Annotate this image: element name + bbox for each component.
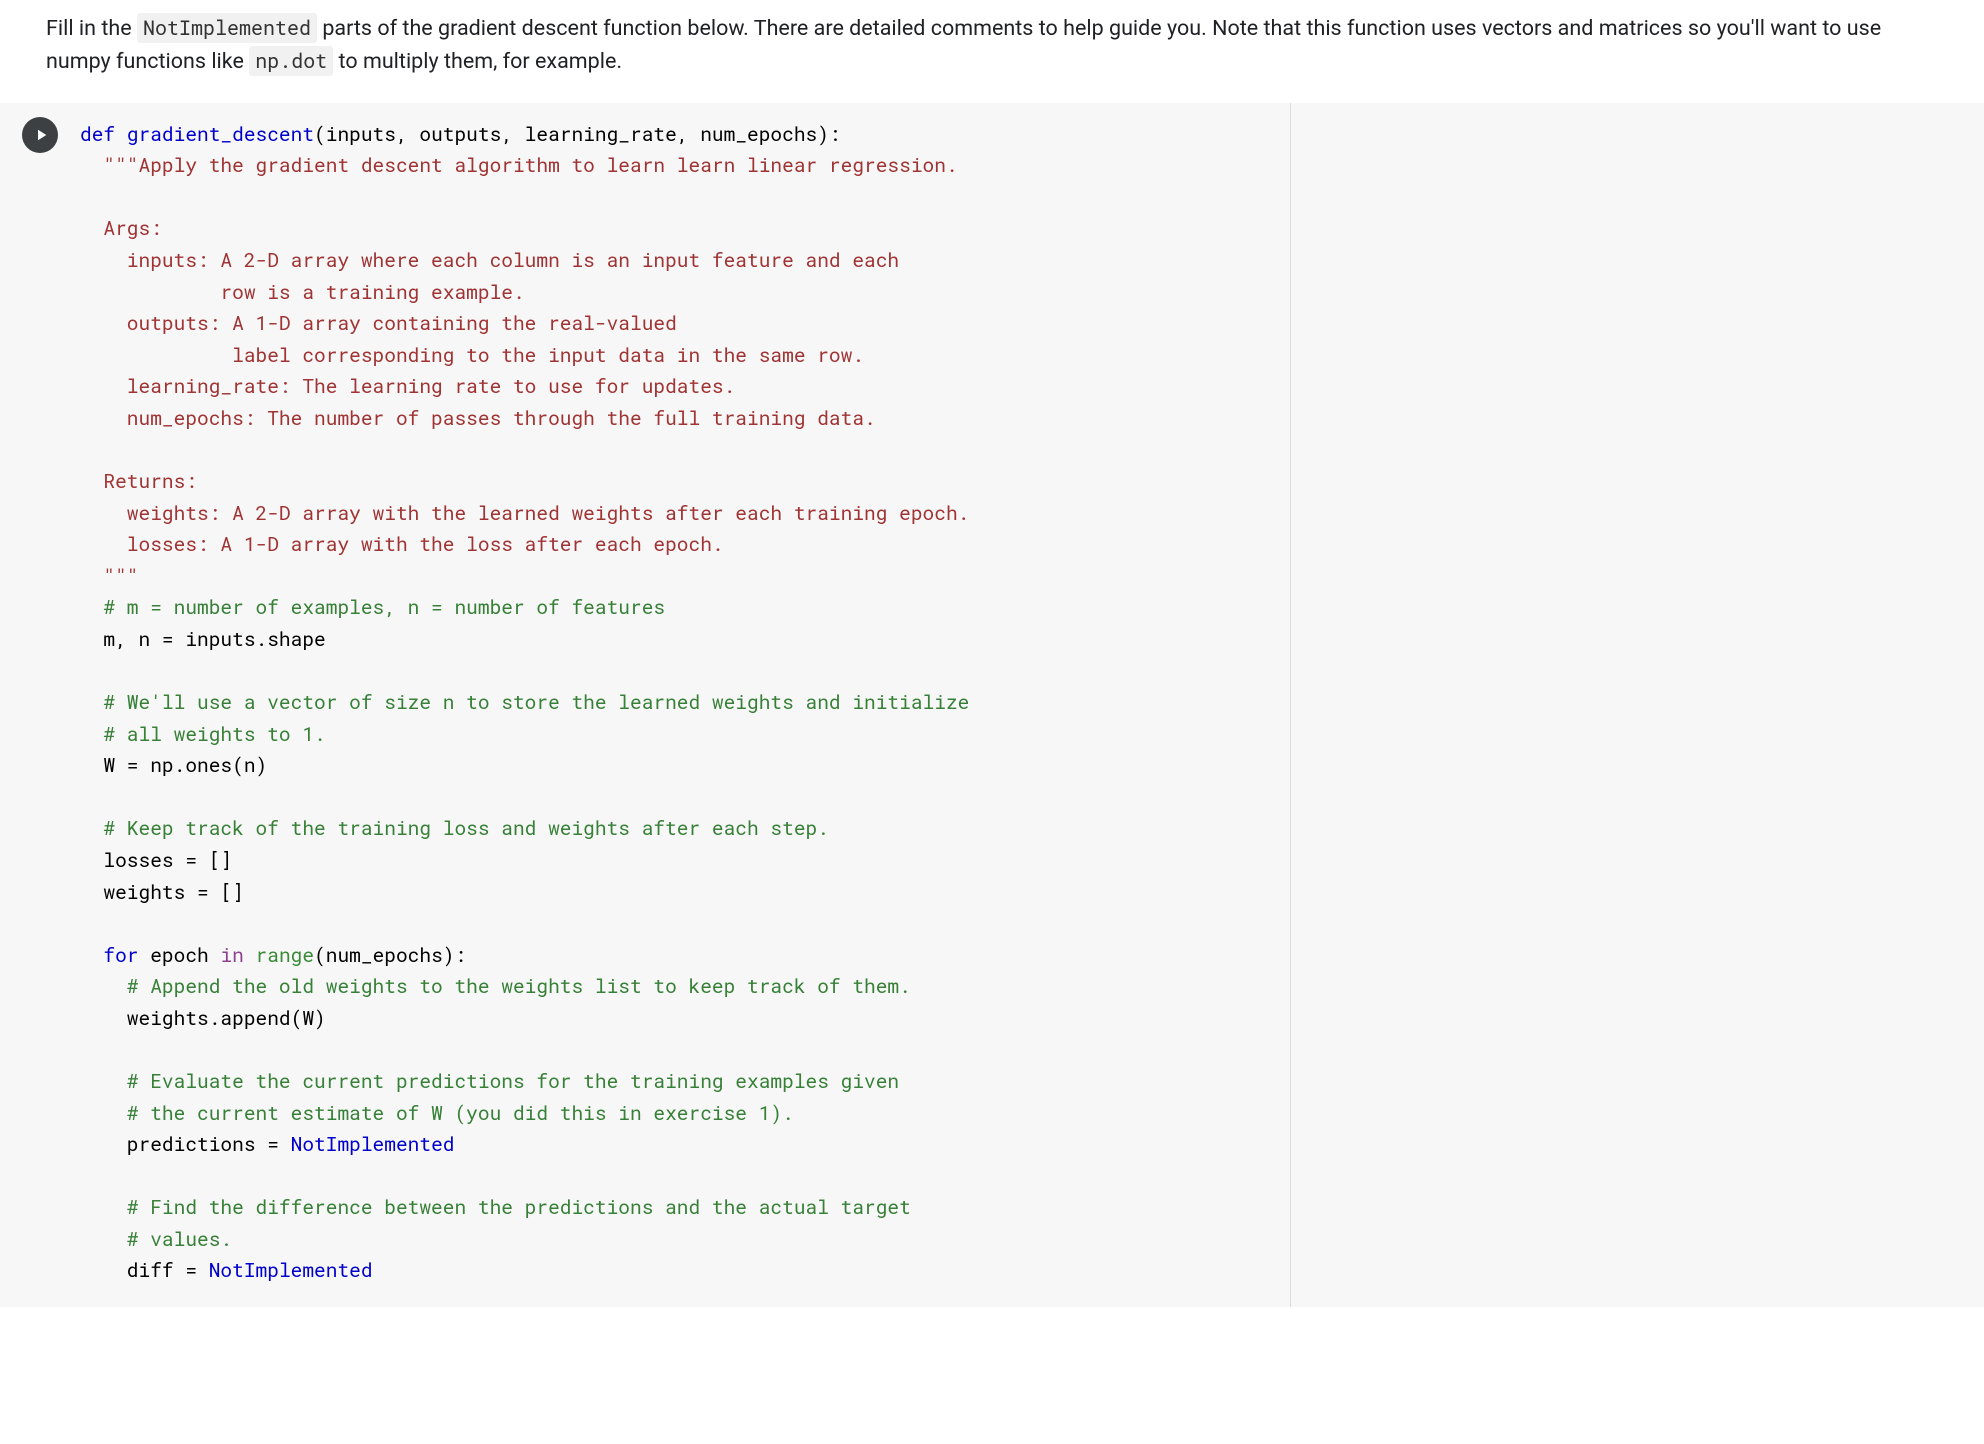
play-icon <box>32 126 50 144</box>
code-keyword-in: in <box>220 943 243 968</box>
instruction-part3: to multiply them, for example. <box>333 49 622 74</box>
code-comment: # all weights to 1. <box>80 722 326 747</box>
code-notimplemented: NotImplemented <box>209 1258 373 1283</box>
code-comment: # the current estimate of W (you did thi… <box>80 1101 794 1126</box>
code-keyword-for: for <box>80 943 139 968</box>
code-docstring-line: learning_rate: The learning rate to use … <box>80 374 735 399</box>
code-comment: # m = number of examples, n = number of … <box>80 595 665 620</box>
code-params: (inputs, outputs, learning_rate, num_epo… <box>314 122 841 147</box>
code-line: weights.append(W) <box>80 1006 326 1031</box>
inline-code-notimplemented: NotImplemented <box>137 13 317 43</box>
code-comment: # values. <box>80 1227 232 1252</box>
instruction-text: Fill in the NotImplemented parts of the … <box>0 0 1984 103</box>
code-docstring-line: Returns: <box>80 469 197 494</box>
code-line: W = np.ones(n) <box>80 753 267 778</box>
code-docstring-line: outputs: A 1-D array containing the real… <box>80 311 677 336</box>
code-comment: # Keep track of the training loss and we… <box>80 816 829 841</box>
code-comment: # We'll use a vector of size n to store … <box>80 690 969 715</box>
code-line: m, n = inputs.shape <box>80 627 326 652</box>
code-loop-var: epoch <box>139 943 221 968</box>
code-docstring-line: weights: A 2-D array with the learned we… <box>80 501 969 526</box>
code-editor[interactable]: def gradient_descent(inputs, outputs, le… <box>80 103 1984 1307</box>
code-line: weights = [] <box>80 880 244 905</box>
instruction-part1: Fill in the <box>46 16 137 41</box>
code-assign: predictions = <box>80 1132 291 1157</box>
code-line: losses = [] <box>80 848 232 873</box>
code-docstring-line: inputs: A 2-D array where each column is… <box>80 248 899 273</box>
code-builtin-range: range <box>244 943 314 968</box>
inline-code-npdot: np.dot <box>249 46 333 76</box>
code-keyword-def: def <box>80 122 127 147</box>
code-notimplemented: NotImplemented <box>291 1132 455 1157</box>
code-comment: # Find the difference between the predic… <box>80 1195 911 1220</box>
cell-gutter <box>0 103 80 1307</box>
code-docstring-line: """Apply the gradient descent algorithm … <box>80 153 958 178</box>
code-docstring-line: """ <box>80 564 139 589</box>
code-docstring-line: losses: A 1-D array with the loss after … <box>80 532 724 557</box>
code-assign: diff = <box>80 1258 209 1283</box>
code-docstring-line: row is a training example. <box>80 280 525 305</box>
code-docstring-line: label corresponding to the input data in… <box>80 343 864 368</box>
code-docstring-line: Args: <box>80 216 162 241</box>
code-function-name: gradient_descent <box>127 122 314 147</box>
code-comment: # Append the old weights to the weights … <box>80 974 911 999</box>
run-cell-button[interactable] <box>22 117 58 153</box>
code-loop-rest: (num_epochs): <box>314 943 466 968</box>
code-docstring-line: num_epochs: The number of passes through… <box>80 406 876 431</box>
code-comment: # Evaluate the current predictions for t… <box>80 1069 899 1094</box>
code-cell: def gradient_descent(inputs, outputs, le… <box>0 103 1984 1307</box>
